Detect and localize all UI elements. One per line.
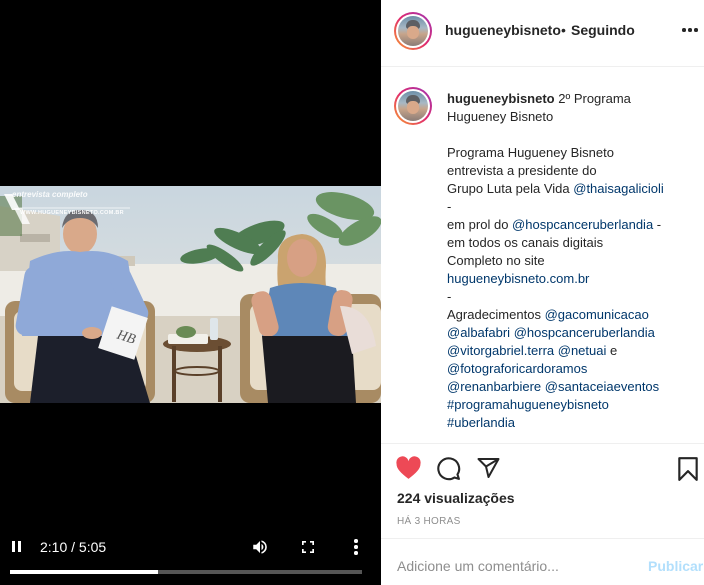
caption-text: - bbox=[447, 289, 452, 304]
mention-link[interactable]: @hospcanceruberlandia bbox=[514, 325, 655, 340]
mention-link[interactable]: @albafabri bbox=[447, 325, 510, 340]
video-player[interactable]: HB entrevista completo WWW.HUGUENEYBISNE… bbox=[0, 0, 381, 585]
mention-link[interactable]: @hospcanceruberlandia bbox=[512, 217, 653, 232]
pause-icon[interactable] bbox=[10, 540, 24, 554]
video-time: 2:10 / 5:05 bbox=[40, 539, 107, 555]
comment-icon[interactable] bbox=[436, 456, 461, 481]
mention-link[interactable]: @fotograforicardoramos bbox=[447, 361, 587, 376]
mention-link[interactable]: @thaisagalicioli bbox=[573, 181, 664, 196]
hashtag-link[interactable]: #programahugueneybisneto bbox=[447, 397, 609, 412]
mention-link[interactable]: @renanbarbiere bbox=[447, 379, 541, 394]
website-link[interactable]: hugueneybisneto.com.br bbox=[447, 271, 589, 286]
video-overlay-tag: entrevista completo WWW.HUGUENEYBISNETO.… bbox=[4, 190, 134, 224]
more-horizontal-icon[interactable] bbox=[682, 28, 698, 33]
fullscreen-icon[interactable] bbox=[300, 539, 316, 555]
post-modal: HB entrevista completo WWW.HUGUENEYBISNE… bbox=[0, 0, 704, 585]
publish-button[interactable]: Publicar bbox=[648, 558, 703, 574]
video-progress-fill bbox=[10, 570, 158, 574]
caption-text: entrevista a presidente do bbox=[447, 163, 597, 178]
share-icon[interactable] bbox=[476, 456, 501, 480]
caption-text: em todos os canais digitais bbox=[447, 235, 604, 250]
caption-text: Grupo Luta pela Vida bbox=[447, 181, 574, 196]
header-username[interactable]: hugueneybisneto bbox=[445, 22, 561, 38]
view-count[interactable]: 224 visualizações bbox=[397, 490, 515, 506]
mention-link[interactable]: @vitorgabriel.terra bbox=[447, 343, 554, 358]
more-vertical-icon[interactable] bbox=[350, 538, 362, 556]
caption-text: em prol do bbox=[447, 217, 513, 232]
caption-text: 2º Programa bbox=[554, 91, 631, 106]
post-timestamp[interactable]: HÁ 3 HORAS bbox=[397, 516, 461, 527]
overlay-title: entrevista completo bbox=[12, 190, 88, 199]
comment-divider bbox=[381, 538, 704, 539]
caption-text: Programa Hugueney Bisneto bbox=[447, 145, 614, 160]
header-avatar[interactable] bbox=[394, 12, 432, 50]
comment-input[interactable]: Adicione um comentário... bbox=[397, 558, 559, 574]
mention-link[interactable]: @gacomunicacao bbox=[545, 307, 649, 322]
post-details: hugueneybisneto • Seguindo hugueneybisne… bbox=[381, 0, 704, 585]
heart-icon[interactable] bbox=[395, 456, 422, 480]
bookmark-icon[interactable] bbox=[677, 456, 699, 482]
caption-text: Completo no site bbox=[447, 253, 545, 268]
caption-text: e bbox=[606, 343, 618, 358]
header-separator: • bbox=[561, 22, 566, 38]
caption-text: - bbox=[447, 199, 452, 214]
hashtag-link[interactable]: #uberlandia bbox=[447, 415, 515, 430]
caption-text: - bbox=[653, 217, 662, 232]
video-progress-bar[interactable] bbox=[10, 570, 362, 574]
volume-icon[interactable] bbox=[251, 538, 269, 556]
caption-username[interactable]: hugueneybisneto bbox=[447, 91, 555, 106]
mention-link[interactable]: @santaceiaeventos bbox=[545, 379, 659, 394]
caption-text: Agradecimentos bbox=[447, 307, 545, 322]
mention-link[interactable]: @netuai bbox=[558, 343, 607, 358]
caption-avatar[interactable] bbox=[394, 87, 432, 125]
follow-status-button[interactable]: Seguindo bbox=[571, 22, 635, 38]
header-divider bbox=[381, 66, 704, 67]
video-controls: 2:10 / 5:05 bbox=[0, 532, 381, 562]
overlay-site: WWW.HUGUENEYBISNETO.COM.BR bbox=[20, 210, 124, 216]
actions-divider bbox=[381, 443, 704, 444]
caption-text: Hugueney Bisneto bbox=[447, 109, 554, 124]
post-caption: hugueneybisneto 2º Programa Hugueney Bis… bbox=[447, 90, 687, 432]
